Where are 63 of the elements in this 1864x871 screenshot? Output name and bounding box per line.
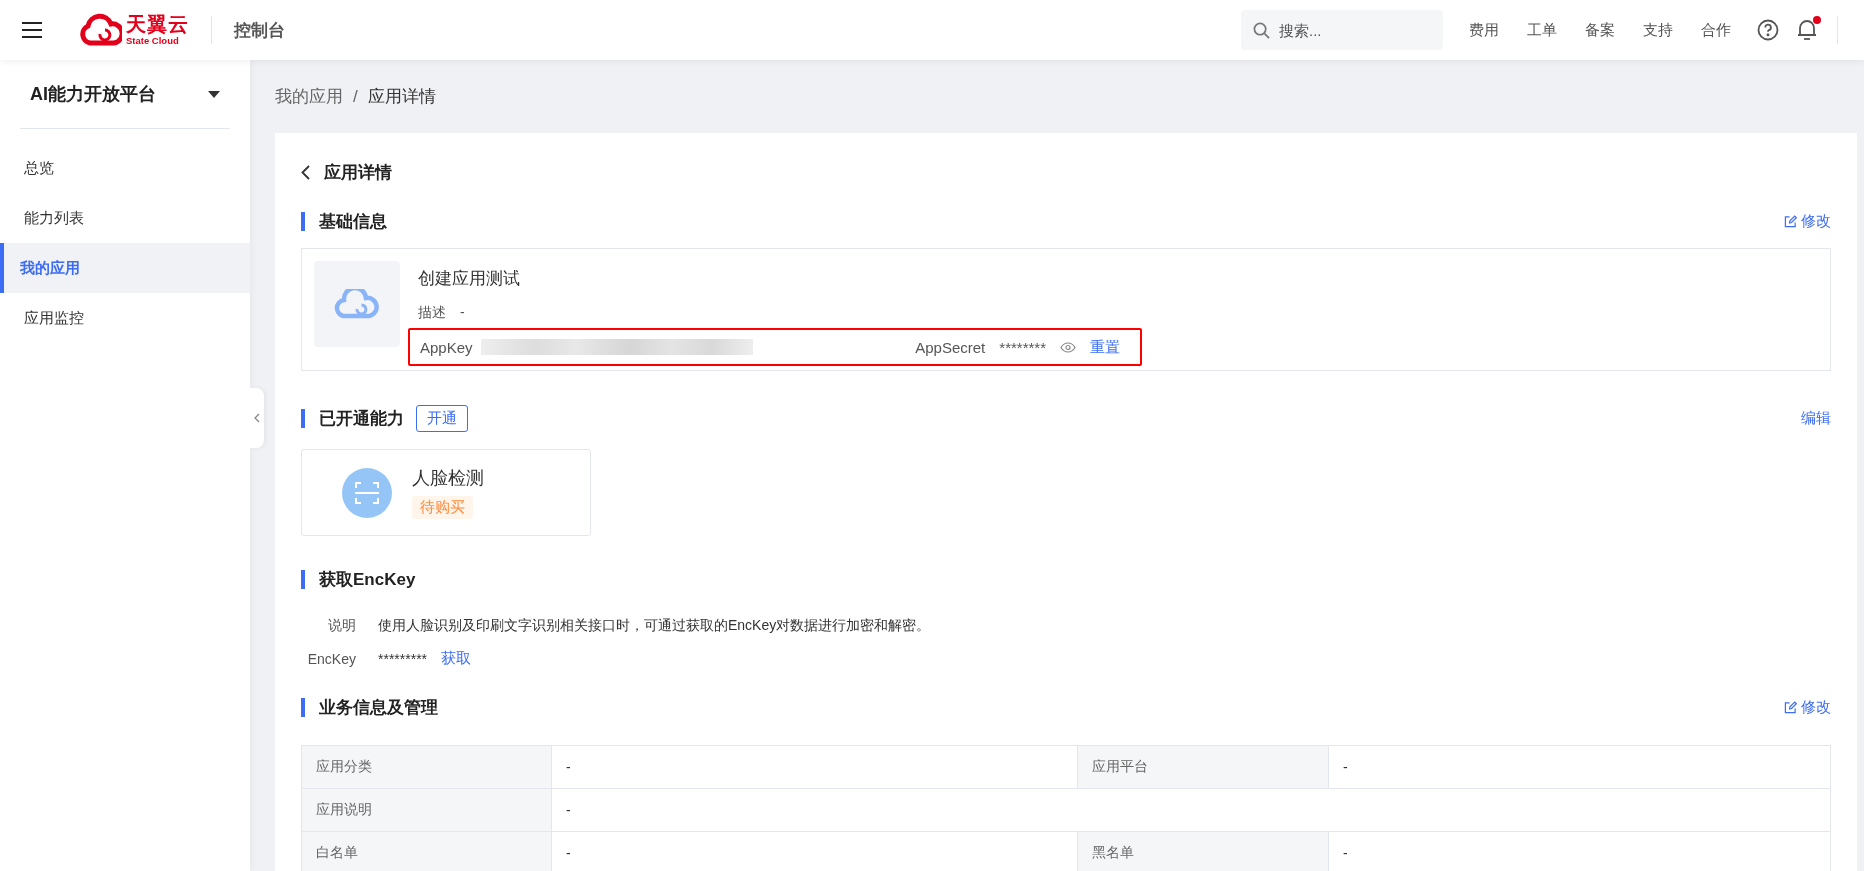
table-cell: - xyxy=(1329,746,1831,789)
breadcrumb-separator: / xyxy=(353,86,358,107)
field-label: 描述 xyxy=(418,304,446,322)
search-icon xyxy=(1253,22,1270,39)
field-value: ********* xyxy=(378,650,428,667)
platform-selector[interactable]: AI能力开放平台 xyxy=(20,60,230,129)
search-field[interactable]: 搜索... xyxy=(1241,10,1443,50)
table-cell: - xyxy=(1329,832,1831,871)
section-title: 获取EncKey xyxy=(301,570,416,589)
status-tag: 待购买 xyxy=(412,496,473,519)
edit-link[interactable]: 编辑 xyxy=(1801,409,1831,428)
table-label-cell: 应用说明 xyxy=(302,789,552,832)
nav-link[interactable]: 合作 xyxy=(1687,20,1745,40)
edit-icon xyxy=(1784,215,1797,228)
breadcrumb-link[interactable]: 我的应用 xyxy=(275,85,343,108)
table-label-cell: 应用分类 xyxy=(302,746,552,789)
sidebar-item[interactable]: 能力列表 xyxy=(0,193,250,243)
nav-link[interactable]: 工单 xyxy=(1513,20,1571,40)
section-title: 业务信息及管理 xyxy=(301,698,438,717)
enable-button[interactable]: 开通 xyxy=(416,405,468,432)
ability-card[interactable]: 人脸检测 待购买 xyxy=(301,449,591,536)
field-label: 说明 xyxy=(327,617,356,635)
ability-name: 人脸检测 xyxy=(412,467,484,490)
table-label-cell: 白名单 xyxy=(302,832,552,871)
collapse-handle[interactable] xyxy=(250,388,264,448)
table-cell: - xyxy=(552,746,1078,789)
help-icon[interactable] xyxy=(1757,19,1779,41)
cloud-icon xyxy=(334,289,380,319)
nav-link[interactable]: 费用 xyxy=(1455,20,1513,40)
eye-icon[interactable] xyxy=(1060,341,1076,353)
table-label-cell: 应用平台 xyxy=(1078,746,1329,789)
app-name: 创建应用测试 xyxy=(418,268,521,290)
face-scan-icon xyxy=(342,467,392,518)
section-title: 已开通能力 xyxy=(301,409,404,428)
field-label: AppKey xyxy=(420,338,473,356)
page-title: 应用详情 xyxy=(324,162,392,184)
table-label-cell: 黑名单 xyxy=(1078,832,1329,871)
sidebar-item[interactable]: 我的应用 xyxy=(0,243,250,293)
nav-link[interactable]: 支持 xyxy=(1629,20,1687,40)
sidebar-item[interactable]: 应用监控 xyxy=(0,293,250,343)
caret-icon xyxy=(208,90,220,98)
console-title: 控制台 xyxy=(234,19,285,42)
field-label: EncKey xyxy=(306,650,356,667)
edit-link[interactable]: 修改 xyxy=(1784,212,1831,231)
back-icon[interactable] xyxy=(301,165,310,180)
nav-link[interactable]: 备案 xyxy=(1571,20,1629,40)
edit-link[interactable]: 修改 xyxy=(1784,698,1831,717)
edit-icon xyxy=(1784,701,1797,714)
notification-bell-icon[interactable] xyxy=(1797,19,1817,41)
breadcrumb-current: 应用详情 xyxy=(367,86,436,108)
brand-subtitle: State Cloud xyxy=(126,36,180,46)
section-title: 基础信息 xyxy=(301,212,387,231)
sidebar-item[interactable]: 总览 xyxy=(0,143,250,193)
brand-name: 天翼云 xyxy=(126,14,189,35)
fetch-link[interactable]: 获取 xyxy=(441,649,472,668)
masked-value: ******** xyxy=(999,338,1046,356)
field-value: 使用人脸识别及印刷文字识别相关接口时，可通过获取的EncKey对数据进行加密和解密。 xyxy=(378,617,931,635)
menu-icon[interactable] xyxy=(20,20,44,40)
cloud-logo-icon xyxy=(78,13,122,47)
field-value: - xyxy=(460,304,465,322)
field-label: AppSecret xyxy=(915,338,986,356)
reset-link[interactable]: 重置 xyxy=(1090,337,1120,357)
chevron-left-icon xyxy=(254,413,260,423)
